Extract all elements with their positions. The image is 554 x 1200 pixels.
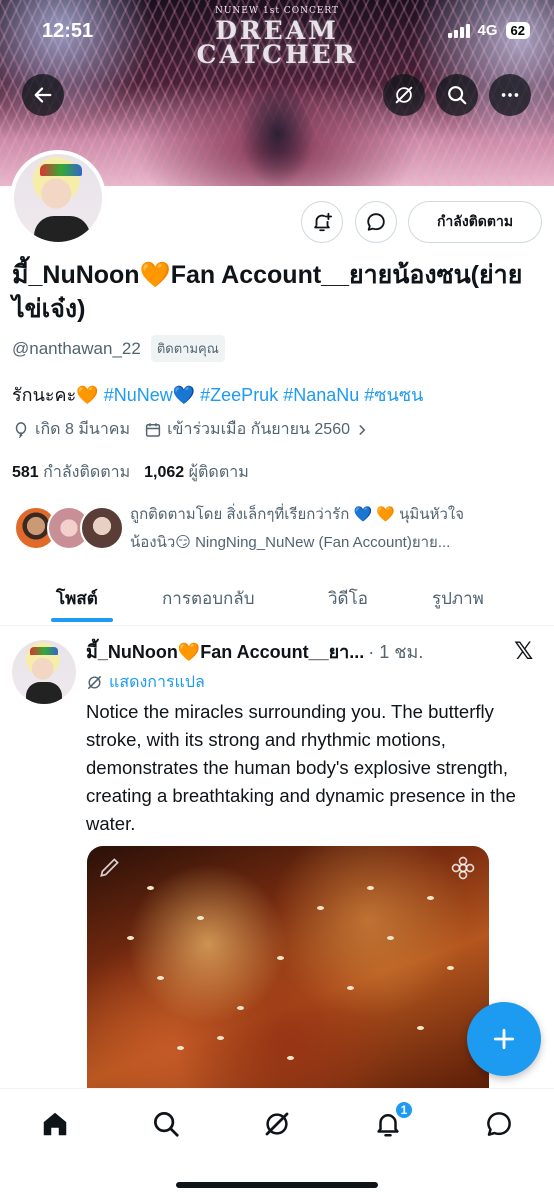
plus-icon [493, 1028, 515, 1050]
post-author-name[interactable]: มี้_NuNoon🧡Fan Account__ยา... [86, 637, 364, 666]
active-tab-indicator [51, 618, 113, 622]
profile-meta: เกิด 8 มีนาคม เข้าร่วมเมือ กันยายน 2560 [12, 417, 383, 442]
followed-by-line-1: ถูกติดตามโดย สิ่งเล็กๆที่เรียกว่ารัก 💙 🧡… [130, 506, 464, 523]
status-indicators: 4G 62 [447, 22, 530, 39]
x-logo-icon: 𝕏 [514, 638, 534, 665]
calendar-icon [145, 422, 161, 437]
joined-text: เข้าร่วมเมือ กันยายน 2560 [167, 421, 350, 438]
birthday-text: เกิด 8 มีนาคม [35, 421, 131, 438]
profile-avatar[interactable] [10, 150, 106, 246]
following-count-link[interactable]: 581 กำลังติดตาม [12, 460, 130, 485]
translate-text: แสดงการแปล [109, 674, 205, 691]
translate-icon [88, 676, 101, 689]
banner-title-line2: CATCHER [196, 40, 358, 69]
notification-bell-plus-icon [314, 212, 333, 232]
nav-grok[interactable] [260, 1107, 294, 1141]
search-button[interactable] [436, 74, 478, 116]
birthday: เกิด 8 มีนาคม [12, 417, 130, 442]
followed-by-text[interactable]: ถูกติดตามโดย สิ่งเล็กๆที่เรียกว่ารัก 💙 🧡… [130, 501, 542, 557]
signal-icon [447, 23, 470, 38]
birthday-balloon-icon [15, 421, 27, 438]
followed-by-avatars[interactable] [14, 506, 124, 552]
grok-icon [265, 1112, 289, 1136]
post-avatar[interactable] [12, 640, 76, 704]
flower-icon [451, 856, 475, 880]
home-icon [43, 1112, 67, 1136]
bio-text: รักนะคะ [12, 385, 77, 405]
following-count: 581 [12, 464, 39, 481]
post-header: มี้_NuNoon🧡Fan Account__ยา... · 1 ชม. [86, 637, 506, 666]
following-button[interactable]: กำลังติดตาม [408, 201, 542, 243]
followers-count-link[interactable]: 1,062 ผู้ติดตาม [144, 460, 249, 485]
banner-concert-label: NUNEW 1st CONCERT [214, 6, 340, 16]
hashtag-sonson[interactable]: #ซนซน [364, 385, 423, 405]
hashtag-zeepruk[interactable]: #ZeePruk [200, 385, 278, 405]
edit-pencil-icon [100, 858, 119, 877]
search-icon [448, 86, 467, 105]
bio: รักนะคะ🧡 #NuNew💙 #ZeePruk #NanaNu #ซนซน [12, 380, 423, 409]
message-icon [487, 1112, 511, 1136]
handle-row: @nanthawan_22 ติดตามคุณ [12, 335, 225, 362]
hashtag-nananu[interactable]: #NanaNu [283, 385, 359, 405]
more-icon [501, 93, 519, 97]
followed-by-line-2: น้องนิว😏 NingNing_NuNew (Fan Account)ยาย… [130, 534, 451, 551]
battery-indicator: 62 [505, 22, 530, 39]
avatar [80, 506, 124, 550]
display-name: มี้_NuNoon🧡Fan Account__ยายน้องซน(ย่ายไข… [12, 261, 523, 323]
tab-replies[interactable]: การตอบกลับ [162, 570, 255, 626]
handle: @nanthawan_22 [12, 338, 141, 358]
orange-heart-icon: 🧡 [76, 385, 99, 405]
chevron-right-icon [359, 424, 366, 435]
message-button[interactable] [355, 201, 397, 243]
home-indicator [176, 1182, 378, 1188]
nav-home[interactable] [38, 1107, 72, 1141]
grok-icon [395, 86, 413, 104]
back-arrow-icon [34, 87, 52, 103]
compose-button[interactable] [467, 1002, 541, 1076]
more-button[interactable] [489, 74, 531, 116]
status-time: 12:51 [42, 20, 94, 42]
notification-badge: 1 [394, 1100, 414, 1120]
message-icon [367, 213, 385, 231]
follow-counts: 581 กำลังติดตาม 1,062 ผู้ติดตาม [12, 460, 249, 485]
banner-figure [230, 55, 325, 186]
nav-search[interactable] [149, 1107, 183, 1141]
post-image[interactable] [87, 846, 489, 1091]
followers-count: 1,062 [144, 464, 185, 481]
followers-label: ผู้ติดตาม [188, 464, 249, 481]
following-label: กำลังติดตาม [43, 464, 131, 481]
network-type: 4G [477, 22, 498, 39]
follows-you-badge: ติดตามคุณ [150, 335, 225, 362]
post-text: Notice the miracles surrounding you. The… [86, 701, 516, 834]
search-icon [154, 1112, 179, 1137]
nav-messages[interactable] [482, 1107, 516, 1141]
blue-heart-icon: 💙 [172, 385, 196, 405]
joined-date[interactable]: เข้าร่วมเมือ กันยายน 2560 [144, 417, 369, 442]
post-time: · 1 ชม. [368, 642, 424, 662]
tab-videos[interactable]: วิดีโอ [328, 570, 368, 626]
tab-photos[interactable]: รูปภาพ [432, 570, 484, 626]
hashtag-nunew[interactable]: #NuNew [104, 385, 173, 405]
grok-button[interactable] [383, 74, 425, 116]
back-button[interactable] [22, 74, 64, 116]
translate-link[interactable]: แสดงการแปล [86, 670, 205, 695]
notifications-subscribe-button[interactable] [301, 201, 343, 243]
